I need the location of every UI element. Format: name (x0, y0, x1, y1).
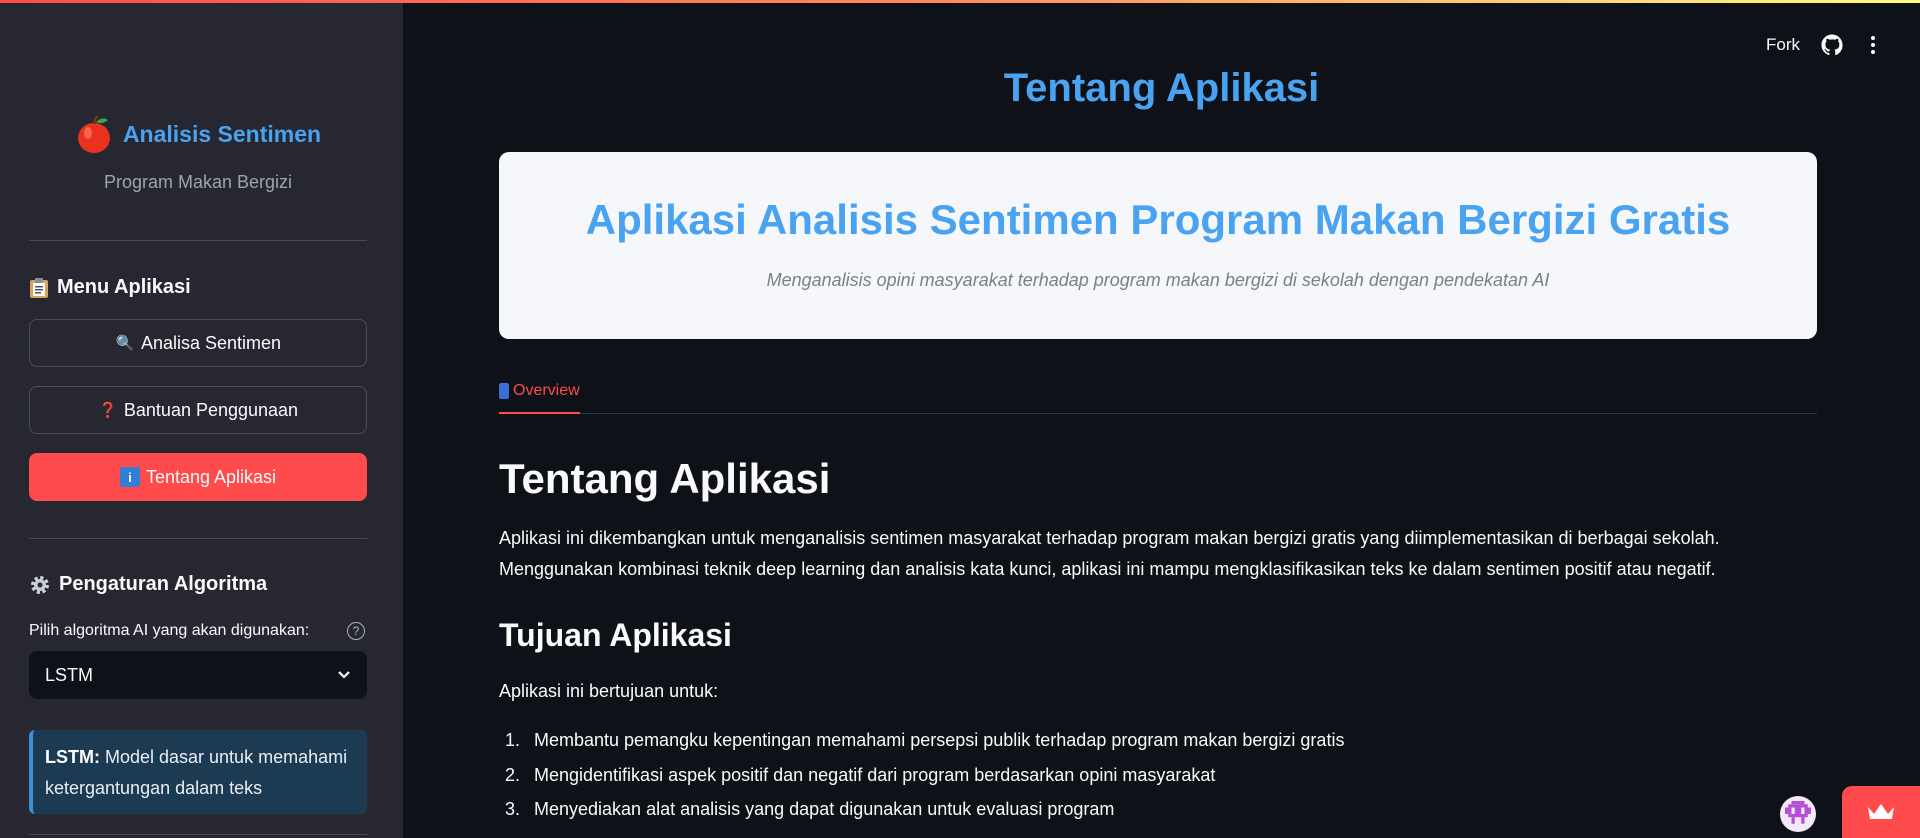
brand-title: Analisis Sentimen (122, 120, 322, 147)
algorithm-info-box: LSTM: Model dasar untuk memahami keterga… (29, 730, 367, 814)
list-text: Membantu pemangku kepentingan memahami p… (534, 730, 1345, 750)
pixel-face-icon (1785, 801, 1811, 824)
pixel-avatar-icon[interactable] (1780, 796, 1816, 832)
about-paragraph-line2: Menggunakan kombinasi teknik deep learni… (499, 559, 1716, 579)
about-paragraph: Aplikasi ini dikembangkan untuk menganal… (499, 523, 1839, 585)
info-icon: i (119, 467, 140, 487)
menu-tentang-aplikasi-button[interactable]: i Tentang Aplikasi (29, 453, 367, 501)
tab-overview[interactable]: Overview (499, 372, 580, 414)
algorithm-select[interactable]: LSTM (29, 651, 367, 699)
menu-item-label: Tentang Aplikasi (145, 466, 277, 487)
algorithm-select-value: LSTM (45, 664, 94, 685)
crown-icon (1868, 804, 1894, 819)
list-item: 3. Menyediakan alat analisis yang dapat d… (499, 799, 1799, 834)
algorithm-select-label-text: Pilih algoritma AI yang akan digunakan: (29, 622, 310, 639)
goals-intro: Aplikasi ini bertujuan untuk: (499, 681, 719, 701)
goals-list: 1. Membantu pemangku kepentingan memahami… (499, 730, 1799, 834)
list-text: Menyediakan alat analisis yang dapat dig… (534, 799, 1115, 819)
menu-item-label: Bantuan Penggunaan (123, 399, 299, 420)
magnifier-icon: 🔍 (115, 335, 135, 352)
menu-analisa-sentimen-button[interactable]: 🔍 Analisa Sentimen (29, 319, 367, 367)
list-text: Mengidentifikasi aspek positif dan negat… (534, 764, 1216, 785)
hero-card: Aplikasi Analisis Sentimen Program Makan… (499, 152, 1817, 339)
list-item: 1. Membantu pemangku kepentingan memahami… (499, 730, 1799, 765)
brand-subtitle: Program Makan Bergizi (103, 172, 293, 192)
fork-button[interactable]: Fork (1766, 35, 1800, 55)
section-heading-goals: Tujuan Aplikasi (499, 617, 732, 653)
list-item: 2. Mengidentifikasi aspek positif dan neg… (499, 765, 1799, 800)
sidebar-divider (29, 834, 367, 835)
settings-heading: Pengaturan Algoritma (29, 573, 267, 596)
github-icon[interactable] (1821, 34, 1843, 56)
menu-bantuan-penggunaan-button[interactable]: ❓ Bantuan Penggunaan (29, 386, 367, 434)
mobile-phone-icon (499, 383, 509, 399)
clipboard-icon (30, 277, 48, 298)
menu-heading-label: Menu Aplikasi (57, 276, 191, 298)
sidebar-brand: Analisis Sentimen (29, 114, 367, 159)
chevron-down-icon (338, 671, 350, 679)
list-number: 2. (505, 764, 521, 785)
gear-icon (31, 575, 49, 594)
top-decoration-stripe (0, 0, 1920, 3)
help-icon[interactable]: ? (347, 622, 365, 640)
algorithm-select-label: Pilih algoritma AI yang akan digunakan: … (29, 622, 367, 640)
tab-overview-label: Overview (513, 382, 580, 399)
list-number: 3. (505, 799, 521, 819)
page-title: Tentang Aplikasi (1003, 66, 1320, 110)
info-box-bold: LSTM: (45, 747, 100, 767)
menu-item-label: Analisa Sentimen (140, 332, 282, 353)
question-mark-icon: ❓ (98, 402, 118, 419)
sidebar-divider (29, 240, 367, 241)
menu-heading: Menu Aplikasi (29, 276, 191, 299)
streamlit-crown-button[interactable] (1842, 786, 1920, 838)
list-number: 1. (505, 730, 521, 750)
apple-icon (77, 114, 110, 153)
settings-heading-label: Pengaturan Algoritma (59, 573, 268, 595)
tab-bar: Overview (499, 372, 1817, 414)
main-menu-kebab-icon[interactable] (1862, 34, 1884, 56)
hero-subtitle: Menganalisis opini masyarakat terhadap p… (766, 270, 1550, 290)
hero-title: Aplikasi Analisis Sentimen Program Makan… (585, 196, 1731, 243)
sidebar-divider (29, 538, 367, 539)
section-heading-about: Tentang Aplikasi (499, 455, 831, 502)
about-paragraph-line1: Aplikasi ini dikembangkan untuk menganal… (499, 528, 1720, 548)
sidebar: Analisis Sentimen Program Makan Bergizi … (0, 0, 403, 838)
